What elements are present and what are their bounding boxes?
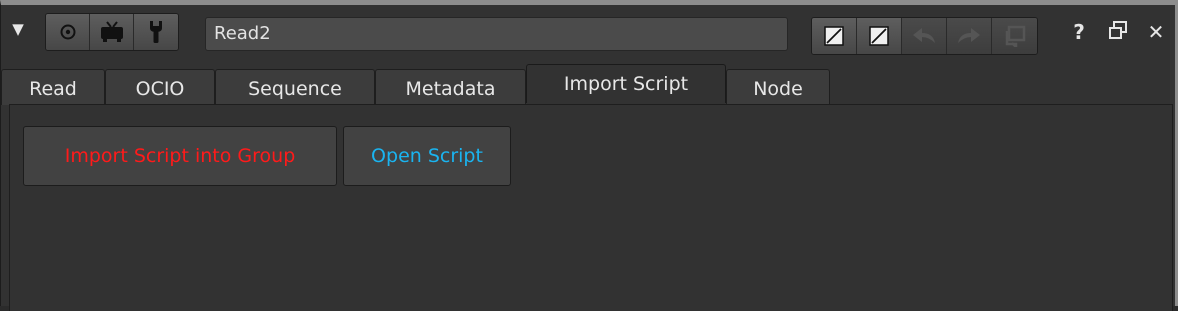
collapse-triangle-icon[interactable]: ▼ bbox=[7, 18, 29, 40]
revert-button[interactable] bbox=[812, 18, 857, 54]
float-window-icon bbox=[1109, 21, 1127, 39]
panel-header: ▼ Read2 ? ✕ bbox=[1, 5, 1175, 61]
redo-icon bbox=[958, 28, 980, 43]
circle-target-icon bbox=[60, 24, 75, 40]
redo-button[interactable] bbox=[947, 18, 992, 54]
default-icon bbox=[869, 26, 889, 46]
tab-content-import-script: Import Script into Group Open Script bbox=[9, 104, 1173, 311]
tab-bar: Read OCIO Sequence Metadata Import Scrip… bbox=[1, 64, 830, 105]
import-script-into-group-button[interactable]: Import Script into Group bbox=[23, 126, 337, 186]
tv-icon bbox=[100, 21, 123, 42]
help-button[interactable]: ? bbox=[1067, 20, 1091, 44]
undo-button[interactable] bbox=[902, 18, 947, 54]
tab-import-script[interactable]: Import Script bbox=[526, 64, 726, 103]
revert-icon bbox=[824, 26, 844, 46]
clone-button[interactable] bbox=[992, 18, 1037, 54]
history-toolbar bbox=[811, 17, 1038, 55]
default-button[interactable] bbox=[857, 18, 902, 54]
close-button[interactable]: ✕ bbox=[1144, 20, 1168, 44]
tab-metadata[interactable]: Metadata bbox=[375, 69, 526, 105]
tab-read[interactable]: Read bbox=[1, 69, 105, 105]
settings-button[interactable] bbox=[134, 14, 178, 50]
wrench-icon bbox=[150, 21, 162, 43]
viewer-button[interactable] bbox=[46, 14, 90, 50]
float-window-button[interactable] bbox=[1106, 20, 1130, 44]
open-script-button[interactable]: Open Script bbox=[343, 126, 511, 186]
node-name-input[interactable]: Read2 bbox=[205, 17, 788, 51]
display-button[interactable] bbox=[90, 14, 134, 50]
node-toolbar bbox=[45, 13, 179, 51]
tab-node[interactable]: Node bbox=[726, 69, 830, 105]
undo-icon bbox=[913, 28, 935, 43]
tab-ocio[interactable]: OCIO bbox=[105, 69, 215, 105]
tab-sequence[interactable]: Sequence bbox=[215, 69, 375, 105]
properties-panel: ▼ Read2 ? ✕ Read OCIO Sequence Metadata … bbox=[0, 0, 1178, 311]
clone-icon bbox=[1005, 25, 1025, 47]
